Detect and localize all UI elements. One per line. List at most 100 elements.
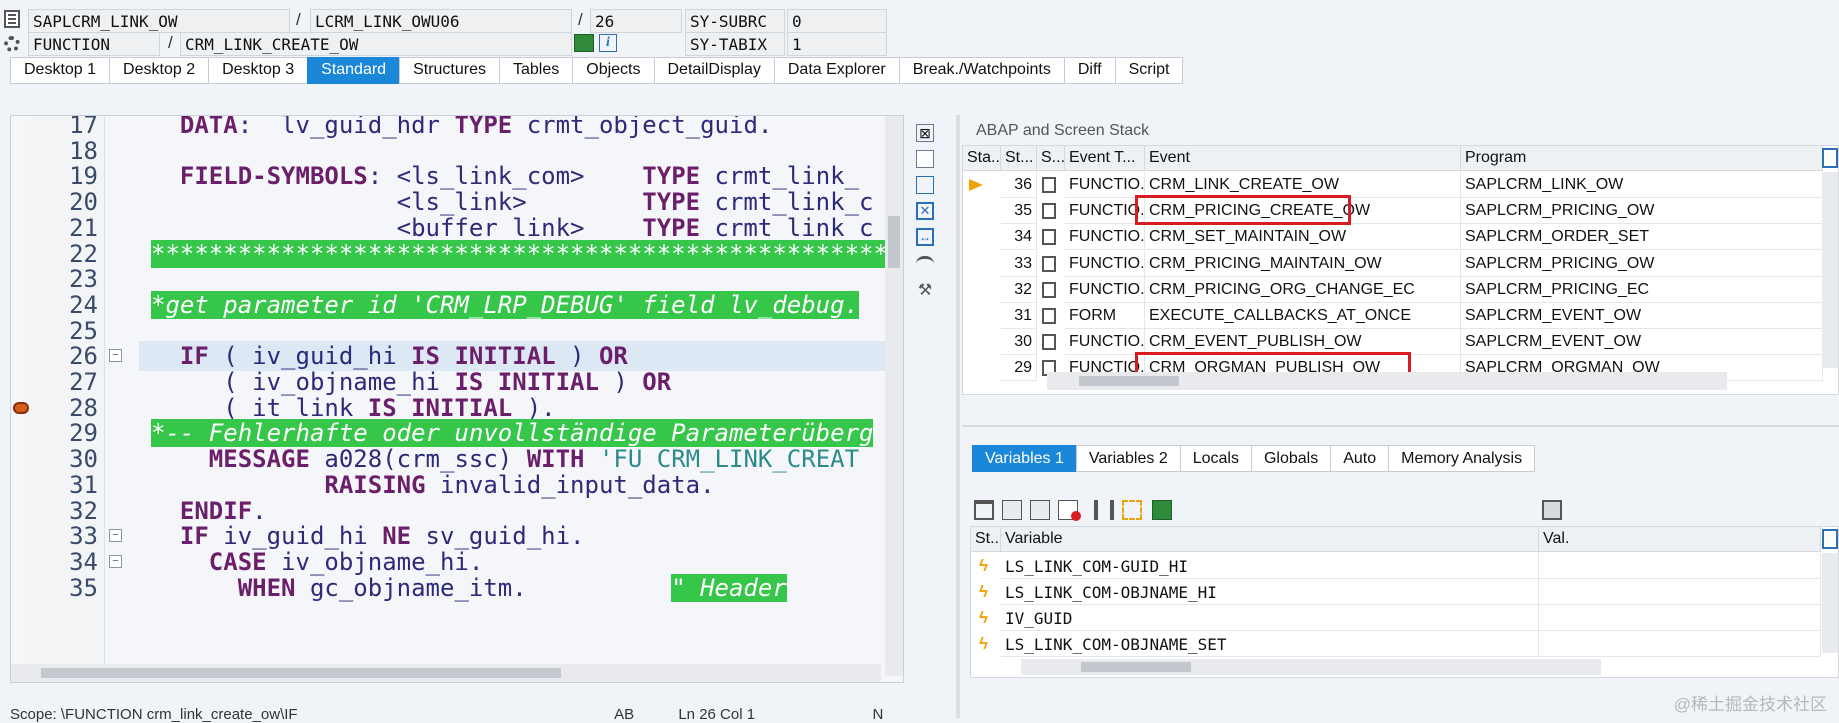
- breakpoint-gutter[interactable]: [11, 116, 31, 682]
- variable-name[interactable]: LS_LINK_COM-GUID_HI: [1001, 553, 1539, 579]
- remove-variable-icon[interactable]: [1058, 500, 1081, 521]
- table-row[interactable]: ϟ LS_LINK_COM-GUID_HI: [971, 553, 1821, 579]
- table-row[interactable]: 32 FUNCTIO... CRM_PRICING_ORG_CHANGE_EC SAP…: [963, 276, 1823, 303]
- program-name: SAPLCRM_EVENT_OW: [1461, 329, 1823, 356]
- table-row[interactable]: ϟ LS_LINK_COM-OBJNAME_HI: [971, 579, 1821, 605]
- column-layout-icon[interactable]: [1822, 148, 1838, 168]
- table-row[interactable]: 31 FORM EXECUTE_CALLBACKS_AT_ONCE SAPLCRM_E…: [963, 303, 1823, 329]
- line-field[interactable]: 26: [590, 9, 682, 33]
- stack-column-header[interactable]: St...: [1001, 146, 1037, 171]
- program-icon: [4, 10, 20, 28]
- variables-column-header[interactable]: St...: [971, 527, 1001, 552]
- variable-value[interactable]: [1539, 631, 1821, 657]
- tab-memory-analysis[interactable]: Memory Analysis: [1388, 445, 1536, 472]
- variable-name[interactable]: IV_GUID: [1001, 605, 1539, 631]
- scroll-thumb[interactable]: [888, 216, 900, 268]
- table-row[interactable]: 34 FUNCTIO... CRM_SET_MAINTAIN_OW SAPLCRM_O…: [963, 224, 1823, 251]
- step-icon[interactable]: [916, 256, 934, 270]
- include-field[interactable]: LCRM_LINK_OWU06: [310, 9, 572, 33]
- stack-column-header[interactable]: Sta...: [963, 146, 1001, 171]
- separator: /: [296, 10, 301, 29]
- code-area[interactable]: DATA: lv_guid_hdr TYPE crmt_object_guid.…: [139, 116, 897, 682]
- tab-auto[interactable]: Auto: [1330, 445, 1389, 472]
- name-field[interactable]: CRM_LINK_CREATE_OW: [180, 32, 572, 56]
- tab-locals[interactable]: Locals: [1179, 445, 1251, 472]
- tab-diff[interactable]: Diff: [1063, 57, 1115, 84]
- program-name: SAPLCRM_PRICING_OW: [1461, 198, 1823, 225]
- maximize-icon[interactable]: ✕: [916, 202, 934, 220]
- column-layout-icon[interactable]: [1822, 529, 1838, 549]
- stack-column-header[interactable]: Program: [1461, 146, 1823, 171]
- stack-level: 36: [1001, 172, 1037, 198]
- tab-script[interactable]: Script: [1114, 57, 1184, 84]
- variables-column-header[interactable]: Variable: [1001, 527, 1539, 552]
- tab-standard[interactable]: Standard: [307, 57, 400, 84]
- tab-break-watchpoints[interactable]: Break./Watchpoints: [898, 57, 1064, 84]
- type-field[interactable]: FUNCTION: [28, 32, 160, 56]
- scroll-thumb[interactable]: [1079, 376, 1179, 386]
- scroll-thumb[interactable]: [41, 668, 561, 678]
- tab-detaildisplay[interactable]: DetailDisplay: [653, 57, 774, 84]
- tab-tables[interactable]: Tables: [499, 57, 573, 84]
- variable-value[interactable]: [1539, 579, 1821, 605]
- close-icon[interactable]: ⊠: [916, 124, 934, 142]
- fold-toggle-icon[interactable]: −: [109, 529, 122, 543]
- navigate-icon[interactable]: [574, 34, 594, 52]
- edit-variable-icon[interactable]: [1030, 500, 1050, 520]
- scroll-thumb[interactable]: [1081, 662, 1191, 672]
- tab-objects[interactable]: Objects: [572, 57, 654, 84]
- tab-variables-2[interactable]: Variables 2: [1075, 445, 1180, 472]
- tab-desktop-1[interactable]: Desktop 1: [10, 57, 110, 84]
- table-row[interactable]: ϟ IV_GUID: [971, 605, 1821, 631]
- info-icon[interactable]: i: [599, 34, 617, 52]
- program-name: SAPLCRM_PRICING_EC: [1461, 276, 1823, 303]
- variable-name[interactable]: LS_LINK_COM-OBJNAME_SET: [1001, 631, 1539, 657]
- tab-globals[interactable]: Globals: [1250, 445, 1331, 472]
- table-row[interactable]: 36 FUNCTIO... CRM_LINK_CREATE_OW SAPLCRM_LI…: [963, 172, 1823, 198]
- stack-vertical-scrollbar[interactable]: [1822, 172, 1838, 368]
- breakpoint-icon[interactable]: [13, 402, 29, 414]
- compare-icon[interactable]: [1094, 500, 1114, 520]
- editor-vertical-scrollbar[interactable]: [885, 116, 903, 676]
- document-icon: [1042, 334, 1056, 351]
- stack-horizontal-scrollbar[interactable]: [1047, 372, 1727, 390]
- transfer-icon[interactable]: [1122, 500, 1142, 520]
- variable-value[interactable]: [1539, 605, 1821, 631]
- tab-desktop-2[interactable]: Desktop 2: [109, 57, 209, 84]
- fold-toggle-icon[interactable]: −: [109, 349, 122, 363]
- editor-horizontal-scrollbar[interactable]: [11, 664, 881, 682]
- stack-title: ABAP and Screen Stack: [976, 122, 1150, 139]
- fold-toggle-icon[interactable]: −: [109, 554, 122, 568]
- stack-column-header[interactable]: S...: [1037, 146, 1065, 171]
- tab-structures[interactable]: Structures: [399, 57, 499, 84]
- table-row[interactable]: 35 FUNCTIO... CRM_PRICING_CREATE_OW SAPLCRM…: [963, 198, 1823, 225]
- variables-vertical-scrollbar[interactable]: [1822, 553, 1838, 653]
- export-icon[interactable]: [1152, 500, 1172, 520]
- program-field[interactable]: SAPLCRM_LINK_OW: [28, 9, 290, 33]
- table-row[interactable]: 30 FUNCTIO... CRM_EVENT_PUBLISH_OW SAPLCRM_…: [963, 329, 1823, 356]
- code-text: WHEN gc_objname_itm. " Header: [151, 573, 897, 603]
- tools-icon[interactable]: ⚒: [916, 280, 934, 299]
- variables-column-header[interactable]: Val.: [1539, 527, 1821, 552]
- tab-variables-1[interactable]: Variables 1: [972, 445, 1076, 472]
- variable-value[interactable]: [1539, 553, 1821, 579]
- fit-width-icon[interactable]: ↔: [916, 228, 934, 246]
- tab-data-explorer[interactable]: Data Explorer: [773, 57, 899, 84]
- stack-column-header[interactable]: Event T...: [1065, 146, 1145, 171]
- save-icon[interactable]: [1542, 500, 1562, 520]
- table-row[interactable]: 33 FUNCTIO... CRM_PRICING_MAINTAIN_OW SAPLC…: [963, 250, 1823, 277]
- insert-variable-icon[interactable]: [1002, 500, 1022, 520]
- delete-icon[interactable]: [974, 500, 994, 520]
- variables-toolbar: [972, 498, 1839, 522]
- stack-column-header[interactable]: Event: [1145, 146, 1461, 171]
- event-name: CRM_SET_MAINTAIN_OW: [1145, 224, 1461, 251]
- variable-name[interactable]: LS_LINK_COM-OBJNAME_HI: [1001, 579, 1539, 605]
- swap-icon[interactable]: [916, 176, 934, 194]
- new-document-icon[interactable]: [916, 150, 934, 168]
- variables-horizontal-scrollbar[interactable]: [1021, 659, 1601, 675]
- panel-divider[interactable]: [956, 115, 960, 718]
- code-editor[interactable]: 17 18 19 20 21 22 23 24 25 26 27 28 29 30 31 32 33 34 35 −…: [10, 115, 904, 683]
- tab-desktop-3[interactable]: Desktop 3: [208, 57, 308, 84]
- table-row[interactable]: ϟ LS_LINK_COM-OBJNAME_SET: [971, 631, 1821, 657]
